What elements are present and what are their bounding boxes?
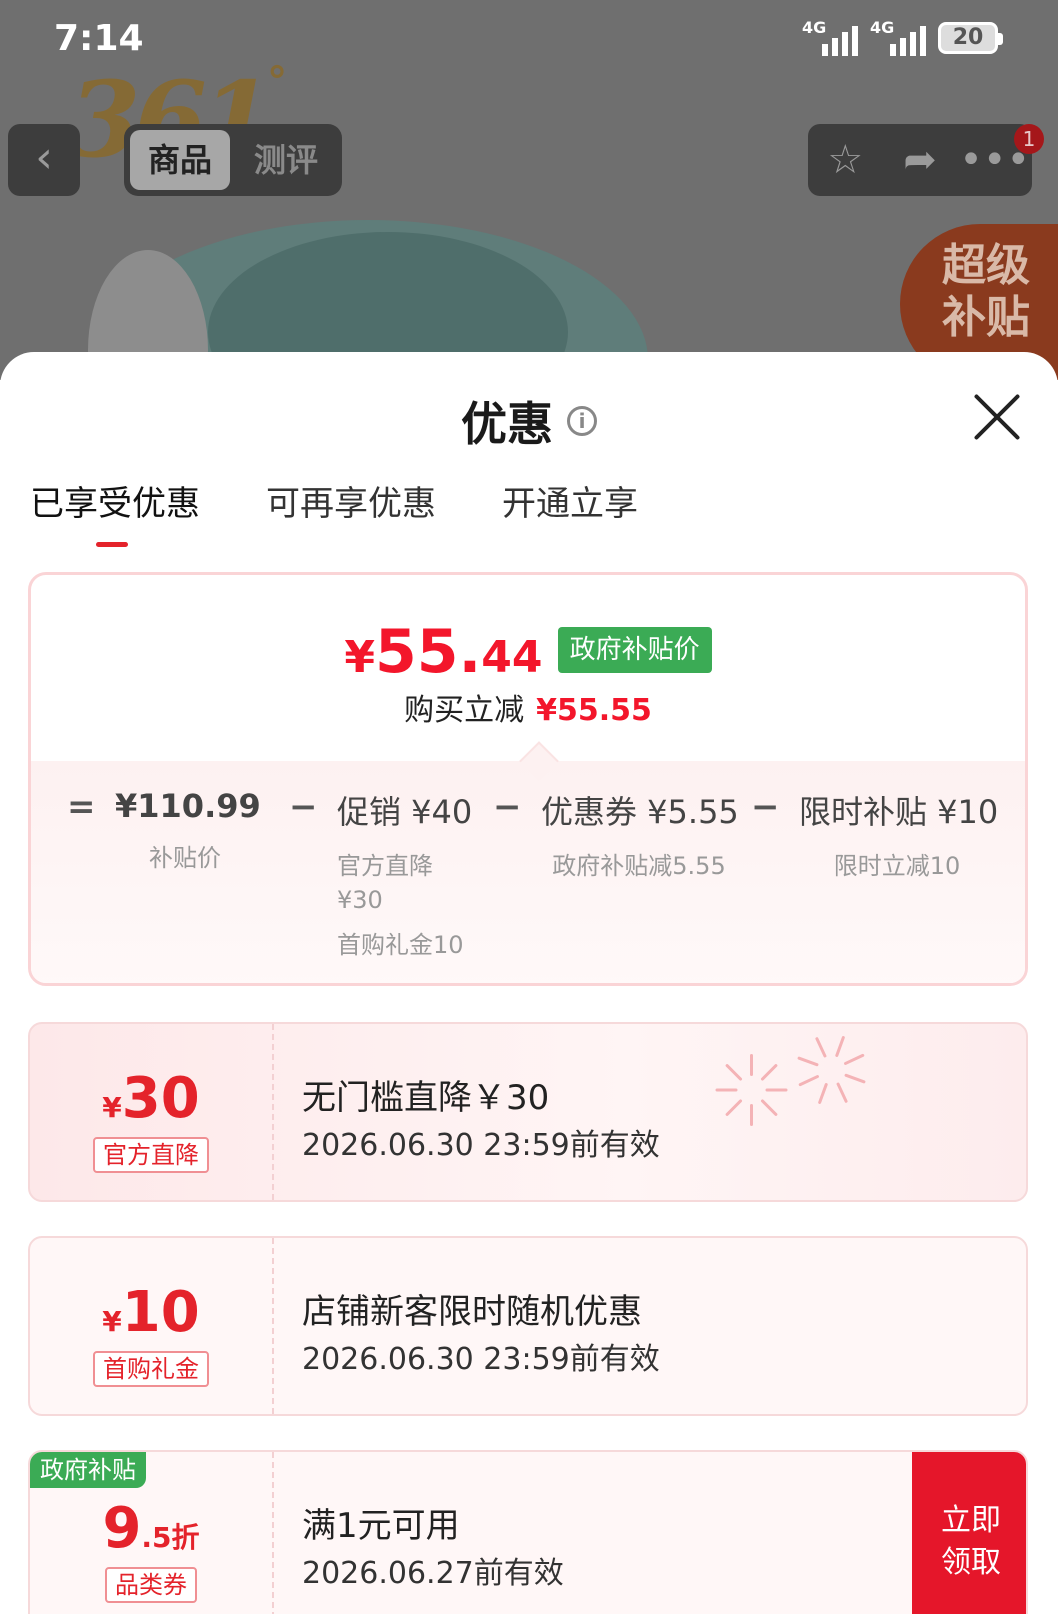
tab-more-discounts[interactable]: 可再享优惠 (266, 476, 436, 547)
final-price: ¥55.44 政府补贴价 (31, 617, 1025, 687)
coupon-tag: 官方直降 (93, 1137, 209, 1173)
formula-coupon: 优惠券 ¥5.55 政府补贴减5.55 (541, 793, 739, 880)
claim-coupon-button[interactable]: 立即 领取 (912, 1452, 1026, 1614)
sheet-title: 优惠 i (0, 388, 1058, 454)
signal-icon: 4G (870, 18, 926, 56)
firework-decoration (690, 1024, 930, 1126)
coupon-tag: 首购礼金 (93, 1351, 209, 1387)
product-nav-tabs: 商品 测评 (124, 124, 342, 196)
purchase-reduction: 购买立减 ¥55.55 (404, 693, 652, 728)
coupon-card[interactable]: ¥10 首购礼金 店铺新客限时随机优惠 2026.06.30 23:59前有效 (28, 1236, 1028, 1416)
coupon-card[interactable]: 政府补贴 9.5折 品类券 满1元可用 2026.06.27前有效 立即 领取 (28, 1450, 1028, 1614)
nav-actions: ☆ ➦ ••• (808, 124, 1032, 196)
coupon-title: 满1元可用 (302, 1506, 460, 1546)
formula-operator: − (289, 787, 318, 827)
info-icon[interactable]: i (567, 406, 597, 436)
status-time: 7:14 (54, 18, 144, 59)
coupon-expiry: 2026.06.30 23:59前有效 (302, 1342, 660, 1377)
coupon-card[interactable]: ¥30 官方直降 无门槛直降￥30 2026.06.30 23:59前有效 (28, 1022, 1028, 1202)
tab-product[interactable]: 商品 (130, 130, 230, 190)
coupon-tag: 品类券 (105, 1567, 197, 1603)
tab-enjoyed-discounts[interactable]: 已享受优惠 (30, 476, 200, 547)
price-breakdown: = ¥110.99 补贴价 − 促销 ¥40 官方直降¥30 首购礼金10 − … (31, 741, 1025, 983)
coupon-expiry: 2026.06.30 23:59前有效 (302, 1128, 660, 1163)
coupon-title: 店铺新客限时随机优惠 (302, 1292, 642, 1332)
discount-sheet: 优惠 i 已享受优惠 可再享优惠 开通立享 ¥55.44 政府补贴价 购买立减 ¥5… (0, 352, 1058, 1614)
notification-badge: 1 (1014, 124, 1044, 154)
signal-icon: 4G (802, 18, 858, 56)
back-button[interactable]: ‹ (8, 124, 80, 196)
formula-operator: − (493, 787, 522, 827)
tab-review[interactable]: 测评 (236, 130, 336, 190)
formula-promotion: 促销 ¥40 官方直降¥30 首购礼金10 (337, 793, 473, 959)
discount-tabs: 已享受优惠 可再享优惠 开通立享 (30, 476, 638, 547)
status-bar: 7:14 4G 4G 20 (0, 0, 1058, 80)
chevron-left-icon: ‹ (35, 132, 53, 183)
tab-activate-discounts[interactable]: 开通立享 (502, 476, 638, 547)
formula-limited-subsidy: 限时补贴 ¥10 限时立减10 (799, 793, 999, 880)
coupon-discount: 9 (102, 1496, 142, 1561)
share-icon[interactable]: ➦ (888, 137, 952, 183)
formula-operator: = (67, 787, 96, 827)
battery-icon: 20 (938, 22, 1003, 54)
star-icon[interactable]: ☆ (813, 137, 877, 183)
formula-operator: − (751, 787, 780, 827)
coupon-expiry: 2026.06.27前有效 (302, 1556, 564, 1591)
close-button[interactable] (972, 392, 1022, 442)
coupon-title: 无门槛直降￥30 (302, 1078, 550, 1118)
gov-subsidy-price-tag: 政府补贴价 (557, 627, 712, 673)
coupon-amount: 10 (121, 1280, 200, 1345)
coupon-amount: 30 (121, 1066, 200, 1131)
formula-subsidy-price: ¥110.99 补贴价 (115, 787, 261, 872)
price-summary: ¥55.44 政府补贴价 购买立减 ¥55.55 = ¥110.99 补贴价 − … (28, 572, 1028, 986)
